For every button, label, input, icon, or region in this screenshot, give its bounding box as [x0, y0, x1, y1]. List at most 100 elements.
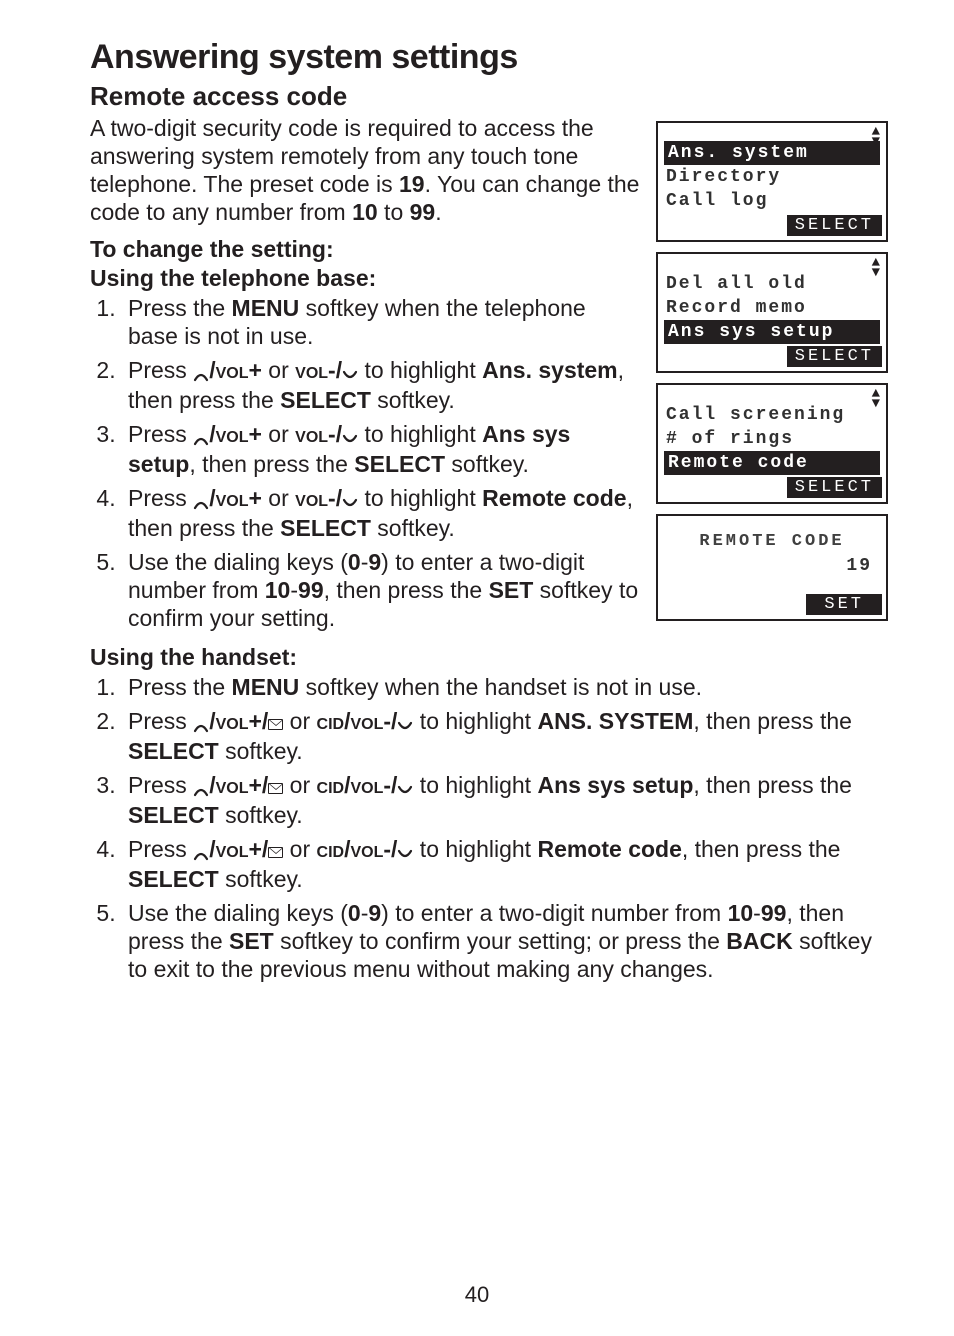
range: 0	[348, 549, 361, 575]
chevron-down-icon	[342, 486, 358, 514]
chevron-down-icon	[397, 837, 413, 865]
text: Press the	[128, 674, 232, 700]
target: Remote code	[482, 485, 626, 511]
lcd-softkey: SELECT	[787, 215, 882, 236]
list-item: Press /VOL+ or VOL-/ to highlight Ans sy…	[122, 420, 640, 478]
lcd-value: 19	[662, 554, 882, 578]
text: softkey.	[219, 866, 303, 892]
text: to highlight	[358, 421, 482, 447]
list-item: Press the MENU softkey when the telephon…	[122, 294, 640, 350]
chevron-up-icon	[193, 486, 209, 514]
lcd-screens: ▲▼ Ans. system Directory Call log SELECT…	[656, 121, 888, 631]
text: to highlight	[413, 836, 537, 862]
vol-plus: /VOL+/	[209, 772, 268, 798]
select-key: SELECT	[128, 866, 219, 892]
lcd-row: Record memo	[662, 296, 882, 320]
text: or	[262, 485, 295, 511]
set-key: SET	[489, 577, 534, 603]
message-icon	[268, 847, 283, 858]
cid-vol: CID/VOL-/	[317, 772, 398, 798]
list-item: Press /VOL+/ or CID/VOL-/ to highlight A…	[122, 771, 890, 829]
back-key: BACK	[726, 928, 792, 954]
cid-vol: CID/VOL-/	[317, 836, 398, 862]
lcd-screen-1: ▲▼ Ans. system Directory Call log SELECT	[656, 121, 888, 242]
handset-heading: Using the handset:	[90, 644, 640, 671]
lcd-softkey: SET	[806, 594, 882, 615]
select-key: SELECT	[128, 738, 219, 764]
range: 9	[368, 900, 381, 926]
text: softkey.	[371, 515, 455, 541]
text: , then press the	[682, 836, 841, 862]
text: Use the dialing keys (	[128, 549, 348, 575]
vol-minus: VOL-/	[295, 421, 342, 447]
scroll-icon: ▲▼	[662, 127, 882, 141]
text: to highlight	[358, 357, 482, 383]
select-key: SELECT	[280, 515, 371, 541]
select-key: SELECT	[354, 451, 445, 477]
range: 99	[761, 900, 787, 926]
target: ANS. SYSTEM	[537, 708, 693, 734]
text: softkey.	[219, 802, 303, 828]
chevron-up-icon	[193, 837, 209, 865]
lcd-screen-3: ▲▼ Call screening # of rings Remote code…	[656, 383, 888, 504]
base-steps: Press the MENU softkey when the telephon…	[90, 294, 640, 632]
target: Ans sys setup	[537, 772, 693, 798]
text: Press	[128, 836, 193, 862]
range: 99	[298, 577, 324, 603]
text: to highlight	[413, 708, 537, 734]
lcd-softkey: SELECT	[787, 346, 882, 367]
list-item: Press /VOL+/ or CID/VOL-/ to highlight R…	[122, 835, 890, 893]
range: 9	[368, 549, 381, 575]
lcd-row: Call log	[662, 189, 882, 213]
section-heading: Remote access code	[90, 81, 894, 112]
text: Press	[128, 772, 193, 798]
intro-paragraph: A two-digit security code is required to…	[90, 114, 640, 226]
text: softkey to confirm your setting; or pres…	[274, 928, 727, 954]
text: , then press the	[189, 451, 354, 477]
menu-key: MENU	[232, 674, 300, 700]
lcd-row: Del all old	[662, 272, 882, 296]
text: Press	[128, 485, 193, 511]
lcd-row: Directory	[662, 165, 882, 189]
set-key: SET	[229, 928, 274, 954]
text: .	[435, 199, 441, 225]
vol-plus: /VOL+	[209, 421, 262, 447]
page-number: 40	[0, 1282, 954, 1308]
chevron-down-icon	[342, 422, 358, 450]
text: Press	[128, 421, 193, 447]
chevron-down-icon	[342, 358, 358, 386]
range: 10	[265, 577, 291, 603]
list-item: Press /VOL+ or VOL-/ to highlight Ans. s…	[122, 356, 640, 414]
menu-key: MENU	[232, 295, 300, 321]
vol-plus: /VOL+	[209, 357, 262, 383]
chevron-up-icon	[193, 358, 209, 386]
text: , then press the	[324, 577, 489, 603]
page-title: Answering system settings	[90, 38, 894, 77]
chevron-down-icon	[397, 709, 413, 737]
cid-vol: CID/VOL-/	[317, 708, 398, 734]
text: softkey.	[445, 451, 529, 477]
range: 0	[348, 900, 361, 926]
vol-minus: VOL-/	[295, 357, 342, 383]
vol-plus: /VOL+/	[209, 836, 268, 862]
text: to highlight	[413, 772, 537, 798]
text: -	[290, 577, 298, 603]
range-from: 10	[352, 199, 378, 225]
vol-plus: /VOL+	[209, 485, 262, 511]
scroll-icon: ▲▼	[662, 389, 882, 403]
base-heading: Using the telephone base:	[90, 265, 640, 292]
text: Press	[128, 357, 193, 383]
lcd-title: REMOTE CODE	[662, 530, 882, 554]
scroll-icon: ▲▼	[662, 258, 882, 272]
text: , then press the	[693, 772, 852, 798]
range-to: 99	[410, 199, 436, 225]
text: or	[283, 772, 316, 798]
list-item: Use the dialing keys (0-9) to enter a tw…	[122, 899, 890, 983]
lcd-row-highlighted: Remote code	[664, 451, 880, 475]
lcd-screen-4: REMOTE CODE 19 SET	[656, 514, 888, 621]
lcd-screen-2: ▲▼ Del all old Record memo Ans sys setup…	[656, 252, 888, 373]
handset-steps: Press the MENU softkey when the handset …	[90, 673, 890, 983]
text: ) to enter a two-digit number from	[381, 900, 727, 926]
text: , then press the	[693, 708, 852, 734]
chevron-down-icon	[397, 773, 413, 801]
